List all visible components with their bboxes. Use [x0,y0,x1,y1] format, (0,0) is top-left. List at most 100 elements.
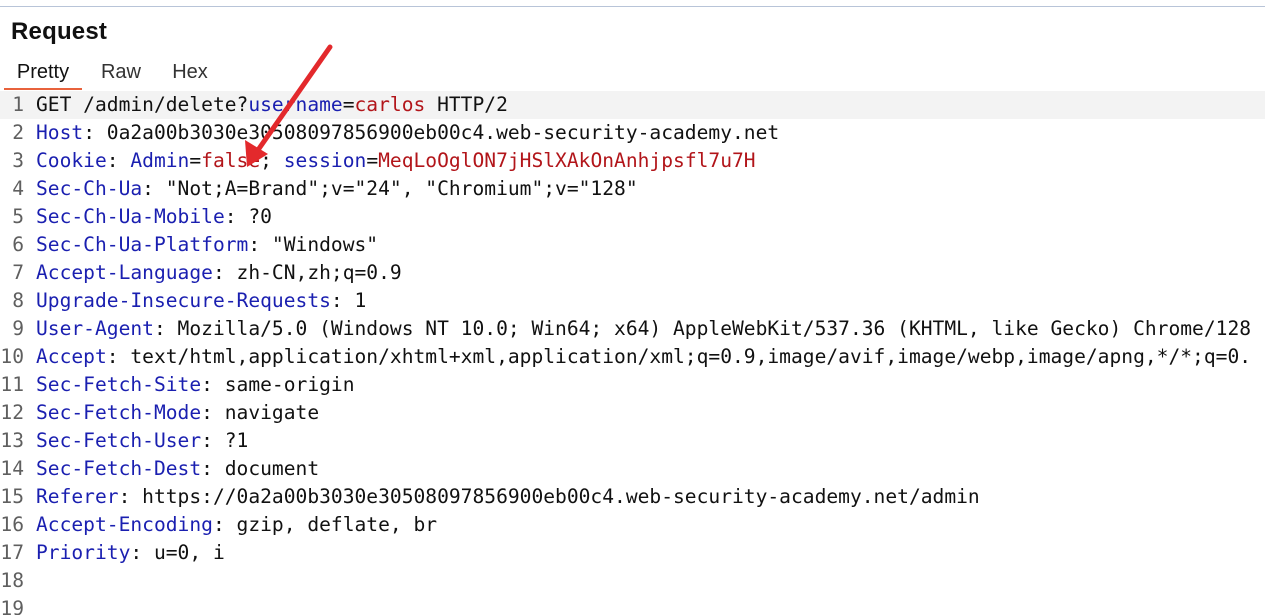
request-editor[interactable]: 1 GET /admin/delete?username=carlos HTTP/… [0,91,1265,615]
code-token: Cookie [36,149,107,172]
line-number: 12 [0,401,24,424]
code-token: : ?0 [224,205,272,228]
code-token: = [189,149,202,172]
line-number: 9 [12,317,24,340]
line-number: 14 [0,457,24,480]
line-content[interactable]: Sec-Fetch-Mode: navigate [36,399,319,427]
line-content[interactable]: Sec-Ch-Ua-Mobile: ?0 [36,203,272,231]
tab-hex[interactable]: Hex [157,56,223,88]
code-token: : text/html,application/xhtml+xml,applic… [106,345,1252,368]
code-token: Admin [130,149,190,172]
request-line[interactable]: 3 Cookie: Admin=false; session=MeqLoOglON… [0,147,1265,175]
code-token: Priority [36,541,131,564]
line-content[interactable]: Sec-Ch-Ua: "Not;A=Brand";v="24", "Chromi… [36,175,638,203]
request-line[interactable]: 2 Host: 0a2a00b3030e30508097856900eb00c4.… [0,119,1265,147]
tab-raw[interactable]: Raw [85,56,157,88]
request-line[interactable]: 16 Accept-Encoding: gzip, deflate, br [0,511,1265,539]
line-content[interactable]: Cookie: Admin=false; session=MeqLoOglON7… [36,147,756,175]
code-token: : 0a2a00b3030e30508097856900eb00c4.web-s… [83,121,780,144]
line-content[interactable]: Accept: text/html,application/xhtml+xml,… [36,343,1251,371]
line-content[interactable]: Upgrade-Insecure-Requests: 1 [36,287,366,315]
code-token: Accept-Encoding [36,513,213,536]
request-line[interactable]: 18 [0,567,1265,595]
code-token: username [248,93,343,116]
line-number: 10 [0,345,24,368]
line-number: 5 [12,205,24,228]
request-line[interactable]: 10 Accept: text/html,application/xhtml+xm… [0,343,1265,371]
request-line[interactable]: 11 Sec-Fetch-Site: same-origin [0,371,1265,399]
code-token: : [106,149,131,172]
line-content[interactable]: Priority: u=0, i [36,539,225,567]
code-token: : 1 [330,289,367,312]
line-number: 2 [12,121,24,144]
code-token: session [283,149,367,172]
code-token: carlos [354,93,426,116]
code-token: : ?1 [201,429,249,452]
code-token: : navigate [201,401,320,424]
code-token: GET /admin/delete? [36,93,249,116]
panel-title: Request [11,18,108,45]
request-line[interactable]: 19 [0,595,1265,615]
request-line[interactable]: 13 Sec-Fetch-User: ?1 [0,427,1265,455]
code-token: Accept [36,345,107,368]
line-number: 17 [0,541,24,564]
request-line[interactable]: 7 Accept-Language: zh-CN,zh;q=0.9 [0,259,1265,287]
code-token: Sec-Ch-Ua [36,177,143,200]
code-token: Sec-Fetch-Dest [36,457,202,480]
code-token: HTTP/2 [425,93,508,116]
request-line[interactable]: 12 Sec-Fetch-Mode: navigate [0,399,1265,427]
request-line[interactable]: 17 Priority: u=0, i [0,539,1265,567]
line-number: 4 [12,177,24,200]
code-token: ; [260,149,284,172]
line-content[interactable]: User-Agent: Mozilla/5.0 (Windows NT 10.0… [36,315,1251,343]
code-token: Accept-Language [36,261,213,284]
line-content[interactable]: Sec-Fetch-Site: same-origin [36,371,355,399]
code-token: : u=0, i [130,541,225,564]
request-line[interactable]: 1 GET /admin/delete?username=carlos HTTP/… [0,91,1265,119]
code-token: User-Agent [36,317,154,340]
line-content[interactable]: Sec-Ch-Ua-Platform: "Windows" [36,231,378,259]
line-content[interactable]: Sec-Fetch-Dest: document [36,455,319,483]
request-line[interactable]: 14 Sec-Fetch-Dest: document [0,455,1265,483]
code-token: : "Not;A=Brand";v="24", "Chromium";v="12… [142,177,638,200]
line-number: 13 [0,429,24,452]
line-content[interactable]: Sec-Fetch-User: ?1 [36,427,248,455]
code-token: Sec-Fetch-Mode [36,401,202,424]
code-token: Sec-Fetch-User [36,429,202,452]
request-line[interactable]: 15 Referer: https://0a2a00b3030e305080978… [0,483,1265,511]
tab-pretty[interactable]: Pretty [4,56,82,90]
code-token: Sec-Fetch-Site [36,373,202,396]
code-token: Sec-Ch-Ua-Mobile [36,205,225,228]
code-token: : document [201,457,320,480]
code-token: : "Windows" [248,233,379,256]
code-token: : same-origin [201,373,355,396]
line-number: 15 [0,485,24,508]
code-token: : https://0a2a00b3030e30508097856900eb00… [118,485,980,508]
line-content[interactable]: Host: 0a2a00b3030e30508097856900eb00c4.w… [36,119,779,147]
line-content[interactable]: GET /admin/delete?username=carlos HTTP/2 [36,91,508,119]
line-number: 11 [0,373,24,396]
request-line[interactable]: 9 User-Agent: Mozilla/5.0 (Windows NT 10.… [0,315,1265,343]
code-token: Sec-Ch-Ua-Platform [36,233,249,256]
line-content[interactable]: Accept-Language: zh-CN,zh;q=0.9 [36,259,402,287]
line-number: 18 [0,569,24,592]
code-token: = [342,93,355,116]
request-line[interactable]: 4 Sec-Ch-Ua: "Not;A=Brand";v="24", "Chrom… [0,175,1265,203]
request-line[interactable]: 8 Upgrade-Insecure-Requests: 1 [0,287,1265,315]
code-token: Referer [36,485,119,508]
line-number: 16 [0,513,24,536]
request-line[interactable]: 5 Sec-Ch-Ua-Mobile: ?0 [0,203,1265,231]
request-line[interactable]: 6 Sec-Ch-Ua-Platform: "Windows" [0,231,1265,259]
code-token: Upgrade-Insecure-Requests [36,289,331,312]
line-content[interactable]: Referer: https://0a2a00b3030e30508097856… [36,483,980,511]
view-tabs: Pretty Raw Hex [0,56,223,90]
code-token: = [366,149,379,172]
code-token: : gzip, deflate, br [212,513,438,536]
line-number: 6 [12,233,24,256]
line-number: 19 [0,597,24,615]
code-token: : zh-CN,zh;q=0.9 [212,261,402,284]
line-number: 3 [12,149,24,172]
line-content[interactable]: Accept-Encoding: gzip, deflate, br [36,511,437,539]
code-token: : Mozilla/5.0 (Windows NT 10.0; Win64; x… [153,317,1252,340]
line-number: 1 [12,93,24,116]
